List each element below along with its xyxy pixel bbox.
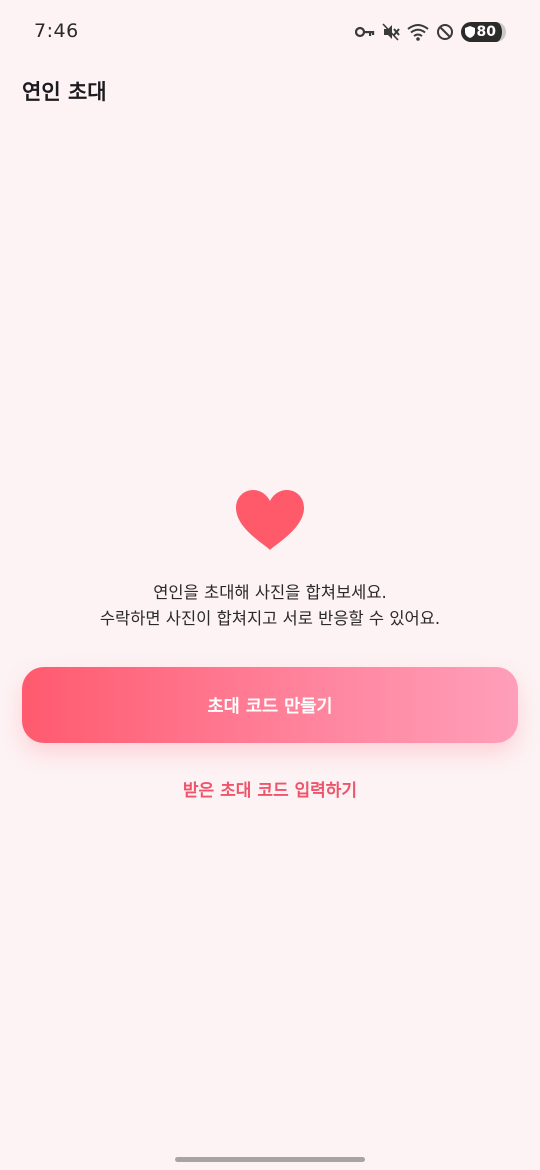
page-title: 연인 초대 xyxy=(22,80,107,104)
create-invite-code-button[interactable]: 초대 코드 만들기 xyxy=(22,667,518,743)
description-line-2: 수락하면 사진이 합쳐지고 서로 반응할 수 있어요. xyxy=(99,609,441,628)
battery-icon: 80 xyxy=(460,22,506,42)
do-not-disturb-icon xyxy=(436,23,454,41)
invite-description: 연인을 초대해 사진을 합쳐보세요. 수락하면 사진이 합쳐지고 서로 반응할 … xyxy=(0,580,540,632)
description-line-1: 연인을 초대해 사진을 합쳐보세요. xyxy=(153,583,387,602)
vibrate-mute-icon xyxy=(381,23,400,41)
heart-icon xyxy=(234,488,306,552)
status-bar: 7:46 80 xyxy=(0,0,540,64)
key-icon xyxy=(354,25,375,39)
battery-level: 80 xyxy=(476,24,496,40)
home-indicator[interactable] xyxy=(175,1157,365,1162)
status-time: 7:46 xyxy=(34,20,79,42)
status-icons: 80 xyxy=(354,21,506,43)
wifi-icon xyxy=(406,23,429,41)
enter-invite-code-link[interactable]: 받은 초대 코드 입력하기 xyxy=(0,776,540,801)
